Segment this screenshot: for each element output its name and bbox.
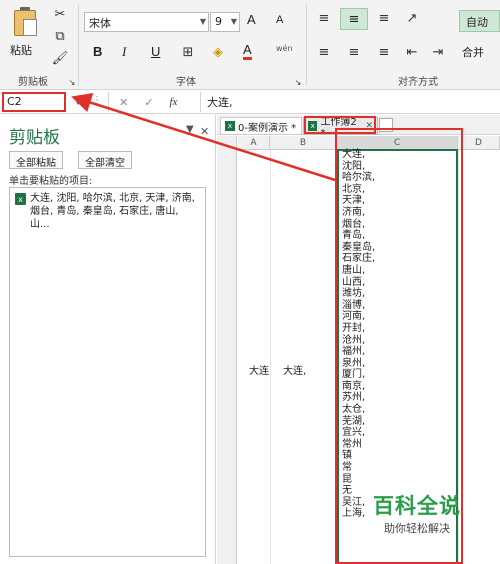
format-painter-icon[interactable]: 🖌 xyxy=(52,50,69,66)
name-box[interactable]: C2 xyxy=(2,92,66,112)
formula-controls: ✕ ✓ fx xyxy=(108,92,198,112)
font-group-label: 字体 xyxy=(176,77,196,88)
close-icon[interactable]: ✕ xyxy=(200,125,209,138)
cell-b2[interactable]: 大连, xyxy=(283,362,306,377)
align-left-icon[interactable]: ≡ xyxy=(316,44,332,60)
more-icon: ⋮ xyxy=(92,95,102,106)
fx-icon[interactable]: fx xyxy=(169,96,177,108)
font-color-button[interactable]: A xyxy=(243,42,252,60)
fill-color-icon[interactable]: ◈ xyxy=(210,44,226,60)
align-middle-icon[interactable]: ≡ xyxy=(340,8,368,30)
align-top-icon[interactable]: ≡ xyxy=(316,10,332,26)
watermark-title: 百科全说 xyxy=(373,494,461,518)
excel-icon: x xyxy=(15,193,26,205)
align-group-label: 对齐方式 xyxy=(398,77,438,88)
orientation-icon[interactable]: ↗ xyxy=(404,10,420,26)
paste-icon[interactable] xyxy=(12,6,38,38)
grow-font-button[interactable]: A xyxy=(247,12,256,27)
pane-title: 剪贴板 xyxy=(9,128,60,148)
clipboard-list: x 大连, 沈阳, 哈尔滨, 北京, 天津, 济南, 烟台, 青岛, 秦皇岛, … xyxy=(9,187,206,557)
ribbon: 粘贴 ✂ ⧉ 🖌 剪贴板 ↘ 宋体 ▼ 9 ▼ A A B I U ⊞ ◈ A wé… xyxy=(0,0,500,90)
font-name-field[interactable]: 宋体 ▼ xyxy=(84,12,209,32)
tab-case-demo[interactable]: x 0-案例演示 * xyxy=(220,117,302,135)
formula-bar: C2 ▼ ⋮ ✕ ✓ fx 大连, xyxy=(0,90,500,114)
merge-button[interactable]: 合并 xyxy=(462,44,484,60)
increase-indent-icon[interactable]: ⇥ xyxy=(430,44,446,60)
bold-button[interactable]: B xyxy=(93,44,102,59)
watermark-subtitle: 助你轻松解决 xyxy=(384,522,450,535)
sheet-tabs: x 0-案例演示 * x 工作簿2 * ✕ xyxy=(217,115,500,139)
align-center-icon[interactable]: ≡ xyxy=(346,44,362,60)
cut-icon[interactable]: ✂ xyxy=(52,6,68,22)
close-tab-icon[interactable]: ✕ xyxy=(365,121,373,131)
cell-c2[interactable]: 大连, 沈阳, 哈尔滨, 北京, 天津, 济南, 烟台, 青岛, 秦皇岛, 石家… xyxy=(342,149,454,520)
clipboard-item[interactable]: x 大连, 沈阳, 哈尔滨, 北京, 天津, 济南, 烟台, 青岛, 秦皇岛, … xyxy=(14,192,200,231)
row-header xyxy=(217,136,237,564)
paste-button[interactable]: 粘贴 xyxy=(10,42,32,58)
clear-all-button[interactable]: 全部清空 xyxy=(78,151,132,169)
column-header-d[interactable]: D xyxy=(458,136,500,150)
formula-input[interactable]: 大连, xyxy=(200,92,498,112)
align-bottom-icon[interactable]: ≡ xyxy=(376,10,392,26)
watermark-logo: 百科全说 助你轻松解决 xyxy=(362,490,472,536)
clipboard-pane: 剪贴板 ▼ ✕ 全部粘贴 全部清空 单击要粘贴的项目: x 大连, 沈阳, 哈尔… xyxy=(0,115,216,564)
excel-icon: x xyxy=(308,121,318,131)
font-size-field[interactable]: 9 ▼ xyxy=(210,12,240,32)
copy-icon[interactable]: ⧉ xyxy=(52,28,68,44)
font-launcher-icon[interactable]: ↘ xyxy=(290,74,306,90)
pane-options-icon[interactable]: ▼ xyxy=(186,124,194,135)
pane-hint: 单击要粘贴的项目: xyxy=(9,176,93,187)
column-header-c[interactable]: C xyxy=(337,136,458,150)
italic-button[interactable]: I xyxy=(122,44,126,60)
paste-all-button[interactable]: 全部粘贴 xyxy=(9,151,63,169)
shrink-font-button[interactable]: A xyxy=(276,14,283,26)
cell-a2[interactable]: 大连 xyxy=(249,362,269,377)
column-header-b[interactable]: B xyxy=(270,136,337,150)
excel-icon: x xyxy=(225,121,235,131)
tab-workbook2[interactable]: x 工作簿2 * ✕ xyxy=(303,117,378,139)
border-icon[interactable]: ⊞ xyxy=(180,44,196,60)
cancel-icon[interactable]: ✕ xyxy=(119,96,128,109)
new-tab-button[interactable] xyxy=(379,118,393,132)
name-box-dropdown-icon[interactable]: ▼ xyxy=(70,94,86,110)
decrease-indent-icon[interactable]: ⇤ xyxy=(404,44,420,60)
wrap-text-button[interactable]: 自动 xyxy=(459,10,500,32)
align-right-icon[interactable]: ≡ xyxy=(376,44,392,60)
clipboard-group-label: 剪贴板 xyxy=(18,77,48,88)
underline-button[interactable]: U xyxy=(151,44,160,59)
column-header-a[interactable]: A xyxy=(238,136,270,150)
phonetic-button[interactable]: wén xyxy=(276,44,293,53)
confirm-icon[interactable]: ✓ xyxy=(144,96,153,109)
